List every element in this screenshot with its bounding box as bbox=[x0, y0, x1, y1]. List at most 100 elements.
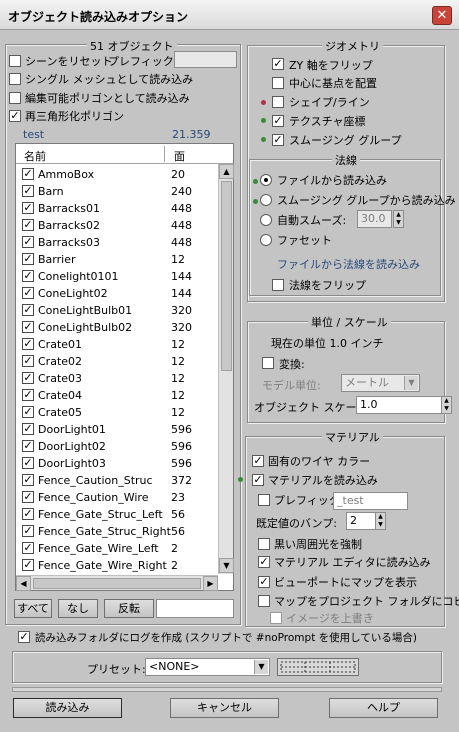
list-item-checkbox[interactable]: ✓ bbox=[22, 304, 34, 316]
import-button[interactable]: 読み込み bbox=[13, 698, 122, 718]
list-item[interactable]: ✓ Fence_Gate_Wire_Left 2 bbox=[16, 540, 217, 558]
list-item[interactable]: ✓ Fence_Gate_Struc_Right 56 bbox=[16, 523, 217, 541]
list-item-checkbox[interactable]: ✓ bbox=[22, 372, 34, 384]
import-into-editor-checkbox[interactable]: ✓ bbox=[258, 556, 270, 568]
list-item[interactable]: ✓ Crate03 12 bbox=[16, 370, 217, 388]
auto-smooth-spinner[interactable]: ▲ ▼ bbox=[393, 210, 404, 228]
cancel-button[interactable]: キャンセル bbox=[170, 698, 279, 718]
list-item[interactable]: ✓ Crate01 12 bbox=[16, 336, 217, 354]
list-item[interactable]: ✓ Fence_Caution_Wire 23 bbox=[16, 489, 217, 507]
convert-checkbox[interactable] bbox=[262, 357, 274, 369]
list-item[interactable]: ✓ Crate02 12 bbox=[16, 353, 217, 371]
list-item[interactable]: ✓ Barracks02 448 bbox=[16, 217, 217, 235]
list-item-checkbox[interactable]: ✓ bbox=[22, 236, 34, 248]
list-item-checkbox[interactable]: ✓ bbox=[22, 559, 34, 571]
object-scale-input[interactable]: 1.0 bbox=[356, 396, 452, 414]
list-item[interactable]: ✓ Barracks03 448 bbox=[16, 234, 217, 252]
help-button[interactable]: ヘルプ bbox=[329, 698, 438, 718]
list-item[interactable]: ✓ Fence_Gate_Wire_Right 2 bbox=[16, 557, 217, 575]
scroll-right-icon[interactable]: ▶ bbox=[203, 576, 218, 591]
flip-normals-checkbox[interactable] bbox=[272, 279, 284, 291]
model-units-dropdown[interactable]: メートル ▼ bbox=[341, 374, 420, 392]
prefix-input[interactable] bbox=[174, 51, 237, 68]
object-list[interactable]: 名前 面 ✓ AmmoBox 20 ✓ Barn 240 ✓ Barracks01 448 ✓ Ba… bbox=[15, 143, 234, 591]
list-item[interactable]: ✓ Fence_Gate_Struc_Left 56 bbox=[16, 506, 217, 524]
normals-from-smoothing-radio[interactable] bbox=[260, 194, 272, 206]
select-all-button[interactable]: すべて bbox=[14, 599, 52, 618]
scroll-up-icon[interactable]: ▲ bbox=[219, 164, 234, 179]
log-checkbox[interactable]: ✓ bbox=[18, 631, 30, 643]
column-header-faces[interactable]: 面 bbox=[174, 148, 185, 164]
editable-poly-checkbox[interactable] bbox=[9, 92, 21, 104]
center-pivot-checkbox[interactable] bbox=[272, 77, 284, 89]
force-black-ambient-checkbox[interactable] bbox=[258, 538, 270, 550]
preset-dropdown[interactable]: <NONE> ▼ bbox=[145, 658, 270, 676]
list-item-checkbox[interactable]: ✓ bbox=[22, 440, 34, 452]
list-item[interactable]: ✓ ConeLightBulb01 320 bbox=[16, 302, 217, 320]
list-item[interactable]: ✓ Barn 240 bbox=[16, 183, 217, 201]
list-item-checkbox[interactable]: ✓ bbox=[22, 168, 34, 180]
smoothing-groups-checkbox[interactable]: ✓ bbox=[272, 134, 284, 146]
horizontal-scroll-thumb[interactable] bbox=[33, 578, 201, 589]
list-item-checkbox[interactable]: ✓ bbox=[22, 355, 34, 367]
list-item-checkbox[interactable]: ✓ bbox=[22, 542, 34, 554]
default-bump-spinner[interactable]: ▲ ▼ bbox=[375, 512, 386, 530]
list-item[interactable]: ✓ Barracks01 448 bbox=[16, 200, 217, 218]
scroll-down-icon[interactable]: ▼ bbox=[219, 558, 234, 573]
list-item-checkbox[interactable]: ✓ bbox=[22, 202, 34, 214]
flip-zy-checkbox[interactable]: ✓ bbox=[272, 58, 284, 70]
default-bump-input[interactable]: 2 bbox=[346, 512, 376, 530]
list-item[interactable]: ✓ AmmoBox 20 bbox=[16, 166, 217, 184]
select-none-button[interactable]: なし bbox=[58, 599, 98, 618]
material-prefix-input[interactable]: _test bbox=[333, 492, 408, 510]
preset-menu-button[interactable] bbox=[277, 658, 359, 676]
scroll-left-icon[interactable]: ◀ bbox=[16, 576, 31, 591]
list-item[interactable]: ✓ ConeLight02 144 bbox=[16, 285, 217, 303]
column-header-name[interactable]: 名前 bbox=[24, 148, 46, 164]
list-item-checkbox[interactable]: ✓ bbox=[22, 389, 34, 401]
single-mesh-checkbox[interactable] bbox=[9, 73, 21, 85]
filter-input[interactable] bbox=[156, 599, 234, 618]
shapes-lines-checkbox[interactable] bbox=[272, 96, 284, 108]
list-item[interactable]: ✓ DoorLight03 596 bbox=[16, 455, 217, 473]
list-item[interactable]: ✓ Fence_Caution_Struc 372 bbox=[16, 472, 217, 490]
list-item[interactable]: ✓ DoorLight01 596 bbox=[16, 421, 217, 439]
list-item-checkbox[interactable]: ✓ bbox=[22, 406, 34, 418]
list-item-checkbox[interactable]: ✓ bbox=[22, 287, 34, 299]
normals-from-file-radio[interactable] bbox=[260, 174, 272, 186]
list-item[interactable]: ✓ Crate04 12 bbox=[16, 387, 217, 405]
list-item[interactable]: ✓ ConeLightBulb02 320 bbox=[16, 319, 217, 337]
faceted-radio[interactable] bbox=[260, 234, 272, 246]
copy-maps-checkbox[interactable] bbox=[258, 595, 270, 607]
overwrite-images-checkbox[interactable] bbox=[270, 612, 282, 624]
close-button[interactable]: ✕ bbox=[432, 6, 452, 25]
list-item-checkbox[interactable]: ✓ bbox=[22, 525, 34, 537]
list-item-checkbox[interactable]: ✓ bbox=[22, 219, 34, 231]
list-item-checkbox[interactable]: ✓ bbox=[22, 423, 34, 435]
invert-selection-button[interactable]: 反転 bbox=[104, 599, 154, 618]
list-item-checkbox[interactable]: ✓ bbox=[22, 185, 34, 197]
list-item-checkbox[interactable]: ✓ bbox=[22, 457, 34, 469]
list-item[interactable]: ✓ Barrier 12 bbox=[16, 251, 217, 269]
list-item-checkbox[interactable]: ✓ bbox=[22, 474, 34, 486]
material-prefix-checkbox[interactable] bbox=[258, 494, 270, 506]
list-item[interactable]: ✓ DoorLight02 596 bbox=[16, 438, 217, 456]
list-item-checkbox[interactable]: ✓ bbox=[22, 338, 34, 350]
vertical-scrollbar[interactable]: ▲ ▼ bbox=[218, 164, 234, 574]
list-item-checkbox[interactable]: ✓ bbox=[22, 270, 34, 282]
list-item-checkbox[interactable]: ✓ bbox=[22, 491, 34, 503]
list-item-checkbox[interactable]: ✓ bbox=[22, 253, 34, 265]
import-materials-checkbox[interactable]: ✓ bbox=[252, 474, 264, 486]
vertical-scroll-thumb[interactable] bbox=[221, 181, 232, 371]
auto-smooth-input[interactable]: 30.0 bbox=[357, 210, 392, 228]
object-scale-spinner[interactable]: ▲ ▼ bbox=[441, 396, 452, 414]
list-item[interactable]: ✓ Crate05 12 bbox=[16, 404, 217, 422]
retriangulate-checkbox[interactable]: ✓ bbox=[9, 110, 21, 122]
horizontal-scrollbar[interactable]: ◀ ▶ bbox=[16, 575, 218, 591]
auto-smooth-radio[interactable] bbox=[260, 214, 272, 226]
list-item-checkbox[interactable]: ✓ bbox=[22, 508, 34, 520]
show-maps-viewport-checkbox[interactable]: ✓ bbox=[258, 576, 270, 588]
list-item[interactable]: ✓ Conelight0101 144 bbox=[16, 268, 217, 286]
tex-coords-checkbox[interactable]: ✓ bbox=[272, 115, 284, 127]
reset-scene-checkbox[interactable] bbox=[9, 55, 21, 67]
